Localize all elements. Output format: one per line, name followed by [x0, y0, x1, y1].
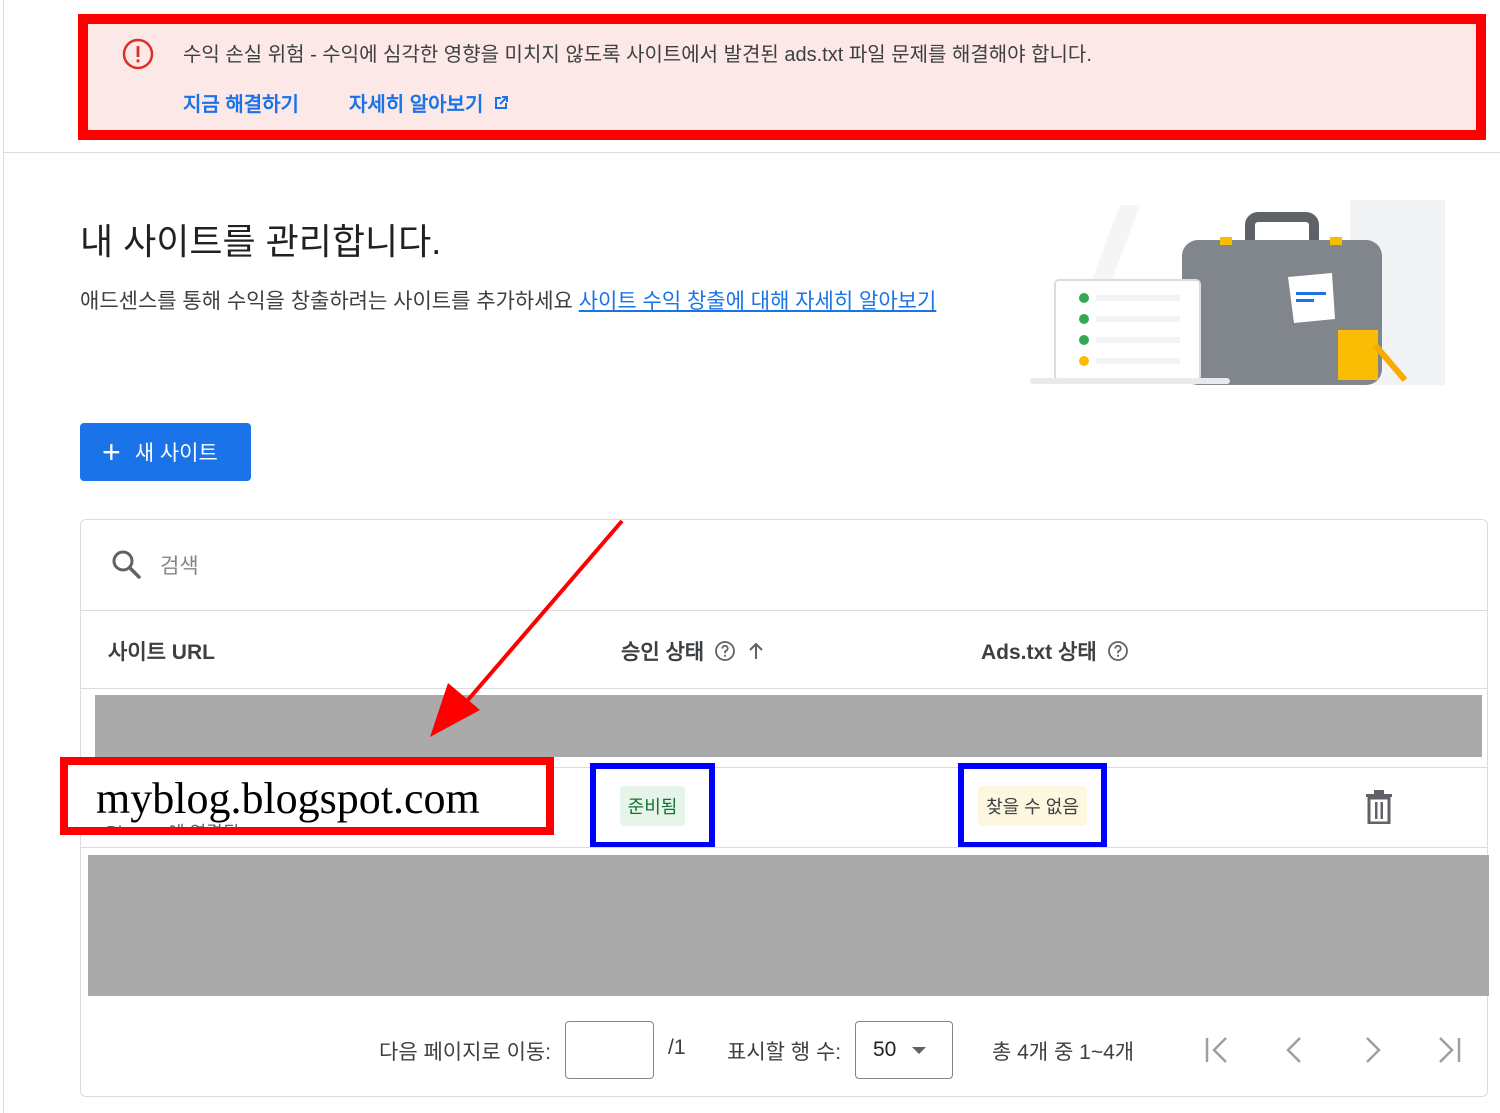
column-header-approval-status[interactable]: 승인 상태	[621, 636, 766, 666]
annotation-arrow	[430, 519, 624, 737]
approval-status-badge: 준비됨	[619, 785, 686, 826]
external-link-icon	[495, 95, 509, 109]
ads-txt-status-cell: 찾을 수 없음	[958, 763, 1107, 848]
monetization-learn-more-link[interactable]: 사이트 수익 창출에 대해 자세히 알아보기	[579, 290, 937, 313]
page-title: 내 사이트를 관리합니다.	[80, 221, 442, 262]
learn-more-label: 자세히 알아보기	[349, 94, 484, 116]
column-header-ads-txt-status[interactable]: Ads.txt 상태	[981, 636, 1129, 666]
fix-now-link[interactable]: 지금 해결하기	[183, 88, 299, 117]
revenue-risk-alert	[78, 14, 1486, 140]
previous-page-icon[interactable]	[1280, 1034, 1310, 1066]
column-label-site-url: 사이트 URL	[108, 641, 215, 664]
alert-icon	[122, 38, 154, 70]
column-header-site-url[interactable]: 사이트 URL	[108, 636, 215, 666]
page-range-label: 총 4개 중 1~4개	[992, 1041, 1135, 1064]
first-page-icon[interactable]	[1202, 1034, 1232, 1066]
plus-icon: +	[102, 434, 121, 470]
page-number-input[interactable]	[565, 1021, 654, 1079]
subtitle-text: 애드센스를 통해 수익을 창출하려는 사이트를 추가하세요	[80, 290, 573, 313]
sort-arrow-up-icon[interactable]	[746, 641, 766, 661]
row-divider	[81, 847, 1487, 848]
help-icon[interactable]	[714, 640, 736, 662]
header-divider	[81, 688, 1487, 689]
redacted-row	[95, 695, 1482, 757]
goto-page-label: 다음 페이지로 이동:	[379, 1041, 552, 1064]
new-site-label: 새 사이트	[134, 442, 218, 465]
alert-message: 수익 손실 위험 - 수익에 심각한 영향을 미치지 않도록 사이트에서 발견된…	[183, 44, 1092, 66]
column-label-ads-txt-status: Ads.txt 상태	[981, 641, 1097, 664]
site-url-cell[interactable]: Blogger에 연결됨 myblog.blogspot.com	[60, 757, 554, 835]
sites-illustration	[1030, 200, 1445, 385]
approval-status-cell: 준비됨	[590, 763, 715, 848]
delete-icon[interactable]	[1364, 790, 1394, 824]
last-page-icon[interactable]	[1434, 1034, 1464, 1066]
rows-per-page-label: 표시할 행 수:	[727, 1041, 842, 1064]
chevron-down-icon	[912, 1046, 927, 1054]
help-icon[interactable]	[1107, 640, 1129, 662]
rows-per-page-value: 50	[873, 1038, 897, 1061]
ads-txt-status-badge: 찾을 수 없음	[978, 785, 1087, 826]
next-page-icon[interactable]	[1357, 1034, 1387, 1066]
total-pages-label: /1	[668, 1036, 686, 1059]
page-subtitle: 애드센스를 통해 수익을 창출하려는 사이트를 추가하세요 사이트 수익 창출에…	[80, 285, 936, 315]
left-border	[3, 0, 4, 1113]
new-site-button[interactable]: + 새 사이트	[80, 423, 251, 481]
site-url[interactable]: myblog.blogspot.com	[96, 773, 480, 824]
redacted-rows	[88, 855, 1489, 996]
learn-more-link[interactable]: 자세히 알아보기	[349, 88, 510, 117]
rows-per-page-select[interactable]: 50	[855, 1021, 953, 1079]
column-label-approval-status: 승인 상태	[621, 641, 705, 664]
search-icon	[112, 550, 141, 579]
banner-divider	[4, 152, 1500, 153]
